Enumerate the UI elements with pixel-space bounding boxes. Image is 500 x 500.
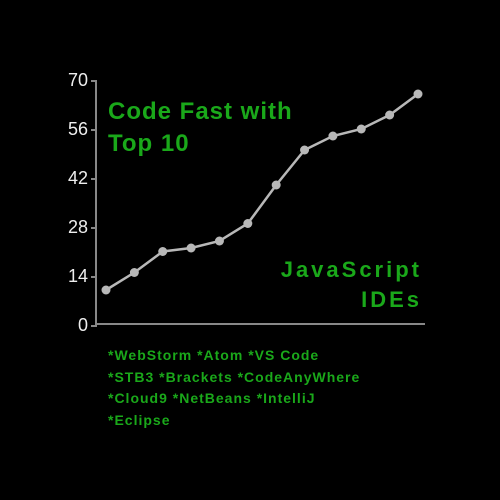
y-tick-label: 56	[0, 120, 88, 138]
data-point	[328, 132, 337, 141]
data-point	[130, 268, 139, 277]
ide-list-line: *STB3 *Brackets *CodeAnyWhere	[108, 367, 360, 389]
data-point	[243, 219, 252, 228]
y-tick-label: 0	[0, 316, 88, 334]
ide-list-line: *Eclipse	[108, 410, 360, 432]
data-point	[300, 146, 309, 155]
y-axis-ticks: 01428425670	[0, 78, 88, 328]
data-point	[158, 247, 167, 256]
ide-list: *WebStorm *Atom *VS Code*STB3 *Brackets …	[108, 345, 360, 432]
y-tick-mark	[91, 80, 97, 82]
chart-title-bottom: JavaScriptIDEs	[281, 255, 422, 314]
data-point	[187, 244, 196, 253]
y-tick-mark	[91, 178, 97, 180]
ide-list-line: *WebStorm *Atom *VS Code	[108, 345, 360, 367]
data-point	[385, 111, 394, 120]
y-tick-mark	[91, 129, 97, 131]
chart-title-top: Code Fast withTop 10	[108, 96, 293, 161]
y-tick-mark	[91, 227, 97, 229]
data-point	[357, 125, 366, 134]
ide-list-line: *Cloud9 *NetBeans *IntelliJ	[108, 388, 360, 410]
y-tick-label: 14	[0, 267, 88, 285]
y-tick-label: 42	[0, 169, 88, 187]
y-tick-mark	[91, 276, 97, 278]
y-tick-label: 28	[0, 218, 88, 236]
y-tick-label: 70	[0, 71, 88, 89]
data-point	[272, 181, 281, 190]
data-point	[414, 90, 423, 99]
data-point	[215, 237, 224, 246]
data-point	[102, 286, 111, 295]
y-tick-mark	[91, 325, 97, 327]
